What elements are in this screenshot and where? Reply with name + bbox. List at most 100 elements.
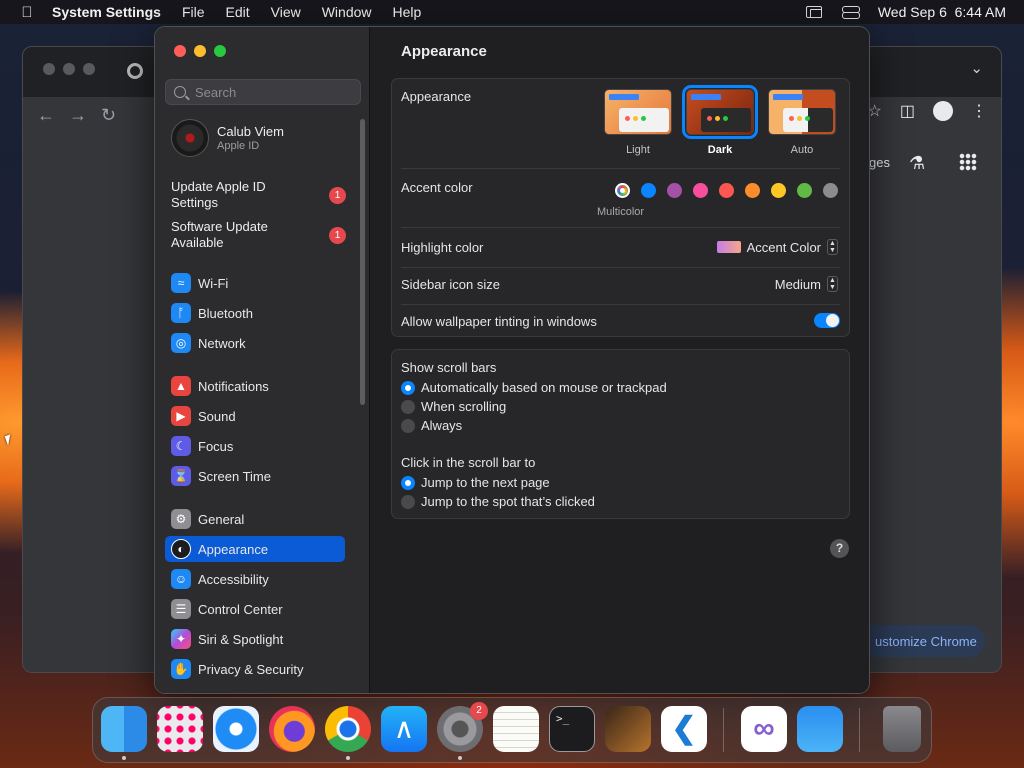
menu-view[interactable]: View [271, 4, 301, 20]
help-button[interactable]: ? [830, 539, 849, 558]
safari-icon[interactable] [213, 706, 259, 752]
appearance-label: Appearance [401, 89, 472, 104]
sidebar-item-bluetooth[interactable]: ᚩ Bluetooth [165, 300, 345, 326]
sidebar-search[interactable] [165, 79, 361, 105]
back-arrow-icon[interactable]: ← [37, 105, 55, 126]
radio-scroll-always[interactable]: Always [401, 418, 462, 433]
apple-logo-icon[interactable]:  [16, 4, 38, 21]
scroll-bars-panel: Show scroll bars Automatically based on … [391, 349, 850, 519]
highlight-color-value: Accent Color [746, 239, 821, 255]
sidebar-item-screen-time[interactable]: ⌛ Screen Time [165, 463, 345, 489]
forward-arrow-icon[interactable]: → [69, 105, 87, 126]
chrome-tab-favicon-icon[interactable] [127, 63, 143, 79]
sidebar-item-label: Sound [198, 408, 236, 424]
control-center-icon[interactable] [841, 5, 860, 19]
accent-swatch-multicolor[interactable] [615, 183, 630, 198]
reload-icon[interactable]: ↻ [101, 105, 116, 126]
sidebar-item-accessibility[interactable]: ☺ Accessibility [165, 566, 345, 592]
light-theme-thumbnail [604, 89, 672, 135]
trash-icon[interactable] [883, 706, 921, 752]
vscode-icon[interactable]: ❮ [661, 706, 707, 752]
theme-option-auto[interactable]: Auto [767, 89, 837, 156]
sidebar-item-network[interactable]: ◎ Network [165, 330, 345, 356]
sidebar-item-label: Accessibility [198, 571, 269, 587]
sidebar-item-sound[interactable]: ▶ Sound [165, 403, 345, 429]
zoom-window-button[interactable] [214, 45, 226, 57]
updown-chevron-icon: ▲ ▼ [827, 276, 838, 292]
theme-option-light[interactable]: Light [603, 89, 673, 156]
accent-swatch-red[interactable] [719, 183, 734, 198]
radio-button[interactable] [401, 418, 415, 433]
sidebar-icon-size-label: Sidebar icon size [401, 277, 500, 292]
apple-id-profile[interactable]: Calub Viem Apple ID [171, 119, 284, 157]
sidebar-item-label: Network [198, 335, 246, 351]
weather-icon[interactable] [797, 706, 843, 752]
menu-window[interactable]: Window [322, 4, 372, 20]
chrome-icon[interactable] [325, 706, 371, 752]
accent-swatch-graphite[interactable] [823, 183, 838, 198]
sidebar-item-wifi[interactable]: ≈ Wi-Fi [165, 270, 345, 296]
terminal-icon[interactable]: >_ [549, 706, 595, 752]
screen-mirroring-icon[interactable] [805, 6, 822, 18]
sidebar-item-privacy-security[interactable]: ✋ Privacy & Security [165, 656, 345, 682]
sidebar-icon-size-select[interactable]: Medium ▲ ▼ [775, 276, 838, 292]
notice-update-apple-id[interactable]: Update Apple ID Settings 1 [171, 179, 346, 211]
radio-jump-spot-clicked[interactable]: Jump to the spot that’s clicked [401, 494, 595, 509]
accent-swatch-pink[interactable] [693, 183, 708, 198]
radio-button[interactable] [401, 380, 415, 395]
minimize-window-button[interactable] [194, 45, 206, 57]
wallpaper-tinting-toggle[interactable] [814, 313, 840, 328]
radio-scroll-automatic[interactable]: Automatically based on mouse or trackpad [401, 380, 667, 395]
sidebar-item-appearance[interactable]: ◐ Appearance [165, 536, 345, 562]
close-window-button[interactable] [174, 45, 186, 57]
search-input[interactable] [195, 84, 355, 100]
radio-button[interactable] [401, 475, 415, 490]
sidebar-scrollbar[interactable] [360, 119, 365, 405]
theme-label: Auto [790, 144, 814, 156]
accent-swatch-orange[interactable] [745, 183, 760, 198]
side-panel-icon[interactable]: ◫ [900, 101, 915, 121]
menu-edit[interactable]: Edit [226, 4, 250, 20]
accent-swatch-yellow[interactable] [771, 183, 786, 198]
accent-swatch-green[interactable] [797, 183, 812, 198]
show-scroll-bars-label: Show scroll bars [401, 360, 497, 375]
sidebar-item-siri-spotlight[interactable]: ✦ Siri & Spotlight [165, 626, 345, 652]
accent-swatch-purple[interactable] [667, 183, 682, 198]
sidebar-item-general[interactable]: ⚙ General [165, 506, 345, 532]
menu-app-name[interactable]: System Settings [52, 4, 161, 20]
sidebar-item-notifications[interactable]: ▲ Notifications [165, 373, 345, 399]
sidebar-item-label: Privacy & Security [198, 661, 304, 677]
auto-theme-thumbnail [768, 89, 836, 135]
menu-help[interactable]: Help [393, 4, 422, 20]
sidebar-item-focus[interactable]: ☾ Focus [165, 433, 345, 459]
notice-software-update[interactable]: Software Update Available 1 [171, 219, 346, 251]
chrome-partial-link[interactable]: ges [869, 155, 890, 170]
labs-flask-icon[interactable]: ⚗ [909, 153, 925, 174]
menubar-clock[interactable]: Wed Sep 6 6:44 AM [878, 4, 1006, 20]
running-indicator [346, 756, 350, 760]
radio-button[interactable] [401, 399, 415, 414]
menu-file[interactable]: File [182, 4, 205, 20]
apps-grid-icon[interactable] [959, 153, 977, 171]
chrome-profile-avatar[interactable] [933, 101, 953, 121]
textedit-icon[interactable] [493, 706, 539, 752]
radio-jump-next-page[interactable]: Jump to the next page [401, 475, 550, 490]
finder-icon[interactable] [101, 706, 147, 752]
launchpad-icon[interactable] [157, 706, 203, 752]
sidebar-item-control-center[interactable]: ☰ Control Center [165, 596, 345, 622]
updown-chevron-icon: ▲ ▼ [827, 239, 838, 255]
chevron-down-icon[interactable]: ⌄ [970, 59, 983, 77]
radio-scroll-when-scrolling[interactable]: When scrolling [401, 399, 506, 414]
accent-swatch-blue[interactable] [641, 183, 656, 198]
app-store-icon[interactable]: ∧ [381, 706, 427, 752]
notification-badge: 2 [470, 702, 488, 720]
kebab-menu-icon[interactable]: ⋮ [971, 101, 987, 121]
theme-option-dark[interactable]: Dark [682, 85, 758, 156]
radio-button[interactable] [401, 494, 415, 509]
visual-studio-icon[interactable]: ∞ [741, 706, 787, 752]
highlight-color-select[interactable]: Accent Color ▲ ▼ [716, 239, 838, 255]
notice-label: Software Update Available [171, 219, 268, 250]
firefox-icon[interactable] [269, 706, 315, 752]
sidebar-item-label: Screen Time [198, 468, 271, 484]
garageband-icon[interactable] [605, 706, 651, 752]
